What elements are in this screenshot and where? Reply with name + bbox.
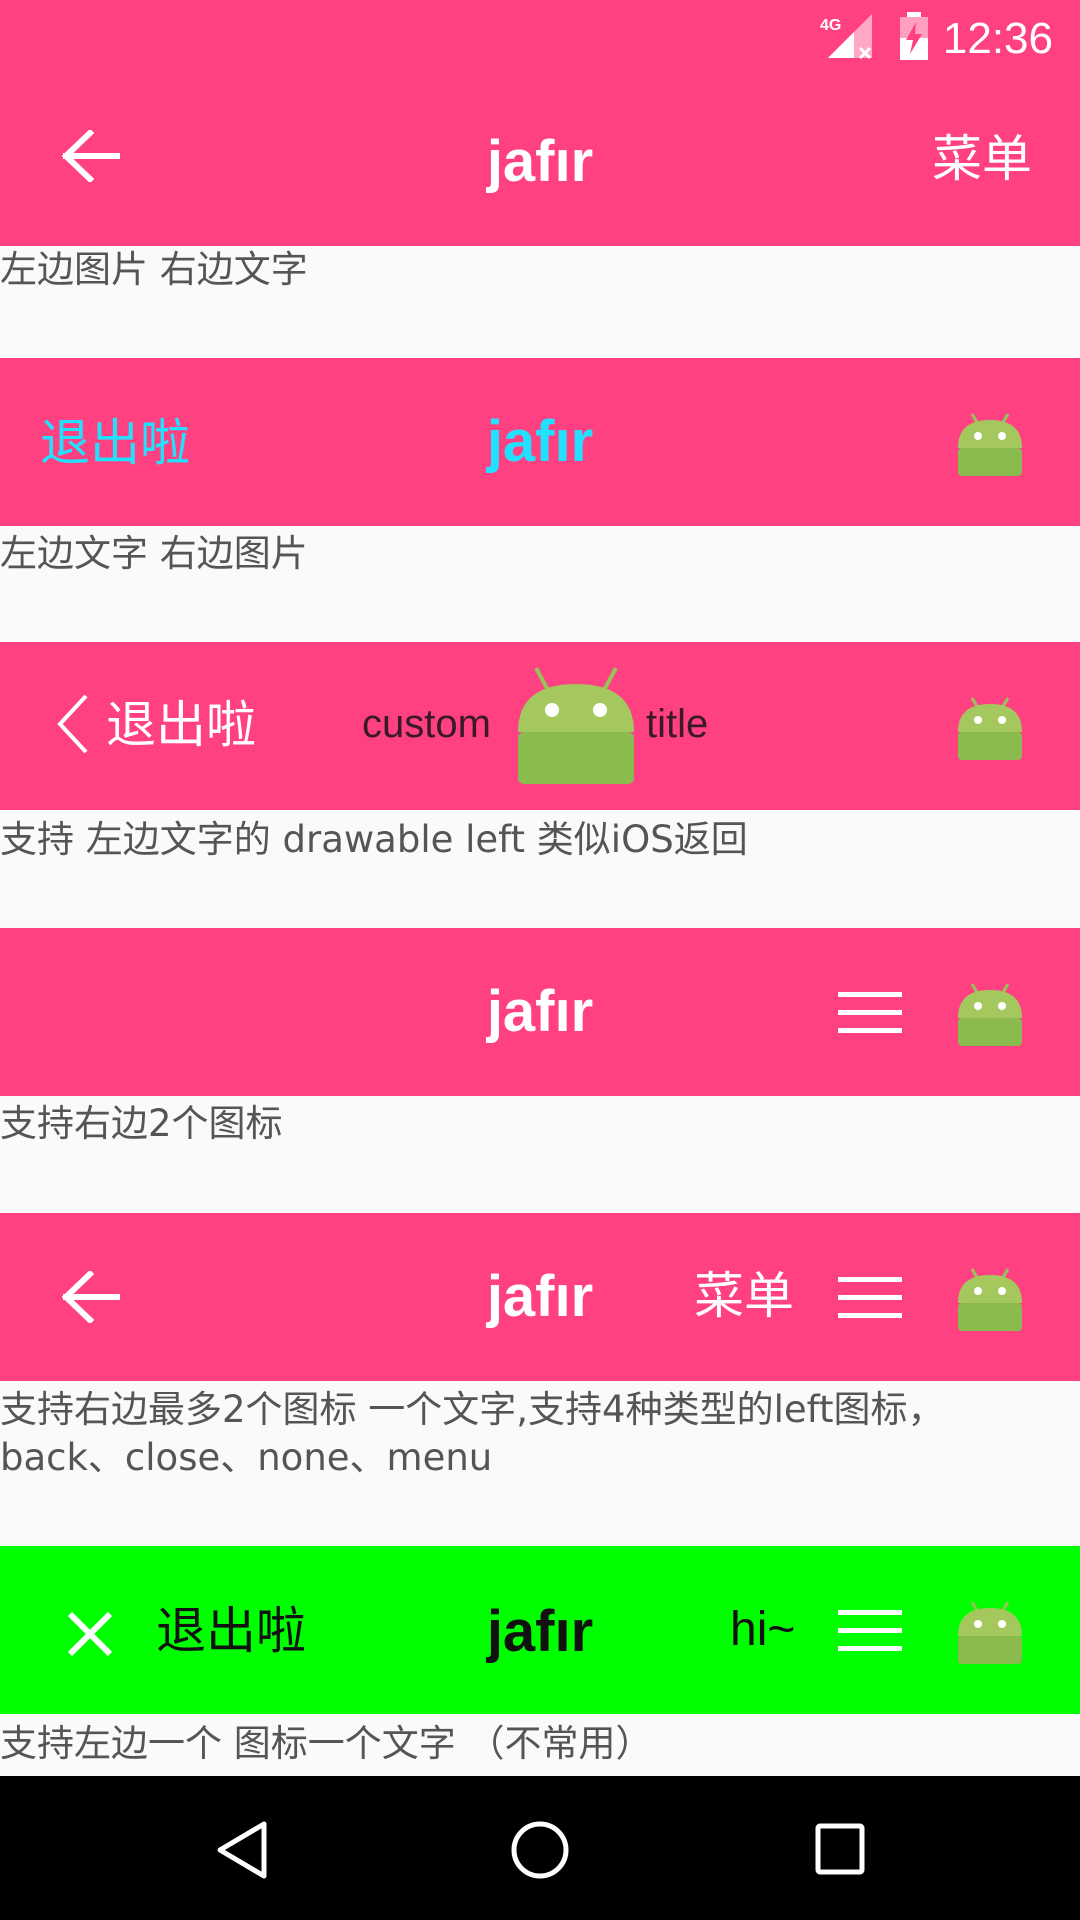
android-icon[interactable] <box>956 408 1024 476</box>
battery-charging-icon <box>900 12 928 60</box>
titlebar-6: 退出啦 jafır hi~ <box>0 1546 1080 1714</box>
titlebar-5: jafır 菜单 <box>0 1213 1080 1381</box>
android-icon <box>518 667 634 784</box>
custom-title-right: title <box>646 702 709 746</box>
custom-title-left: custom <box>362 702 491 746</box>
titlebar-title: jafır <box>486 979 594 1044</box>
android-icon[interactable] <box>956 692 1024 760</box>
titlebar-1: jafır 菜单 <box>0 78 1080 246</box>
svg-text:4G: 4G <box>820 17 841 34</box>
menu-icon[interactable] <box>838 1275 902 1319</box>
titlebar-3: 退出啦 custom title <box>0 642 1080 810</box>
status-bar: 4G 12:36 <box>0 0 1080 78</box>
exit-text-button[interactable]: 退出啦 <box>106 690 256 760</box>
chevron-left-icon[interactable] <box>54 692 90 756</box>
back-icon[interactable] <box>214 1820 270 1880</box>
caption-4: 支持右边2个图标 <box>0 1102 283 1145</box>
android-icon[interactable] <box>956 1263 1024 1331</box>
menu-icon[interactable] <box>838 990 902 1034</box>
menu-icon[interactable] <box>838 1608 902 1652</box>
caption-2: 左边文字 右边图片 <box>0 532 308 575</box>
recents-icon[interactable] <box>814 1822 866 1876</box>
signal-4g-icon: 4G <box>820 14 872 60</box>
titlebar-title: jafır <box>486 409 594 474</box>
home-icon[interactable] <box>510 1820 570 1880</box>
menu-text-button[interactable]: 菜单 <box>694 1261 794 1331</box>
android-icon[interactable] <box>956 978 1024 1046</box>
titlebar-2: 退出啦 jafır <box>0 358 1080 526</box>
menu-text-button[interactable]: 菜单 <box>932 124 1032 194</box>
caption-6: 支持左边一个 图标一个文字 （不常用） <box>0 1722 653 1765</box>
android-icon[interactable] <box>956 1596 1024 1664</box>
titlebar-4: jafır <box>0 928 1080 1096</box>
caption-3: 支持 左边文字的 drawable left 类似iOS返回 <box>0 818 748 861</box>
status-time: 12:36 <box>942 14 1053 63</box>
titlebar-title: jafır <box>486 1599 594 1664</box>
caption-1: 左边图片 右边文字 <box>0 248 308 291</box>
titlebar-title: jafır <box>486 1264 594 1329</box>
caption-5: 支持右边最多2个图标 一个文字,支持4种类型的left图标，back、close… <box>0 1388 945 1479</box>
titlebar-title: jafır <box>486 129 594 194</box>
hi-text-button[interactable]: hi~ <box>730 1598 795 1662</box>
navigation-bar <box>0 1776 1080 1920</box>
